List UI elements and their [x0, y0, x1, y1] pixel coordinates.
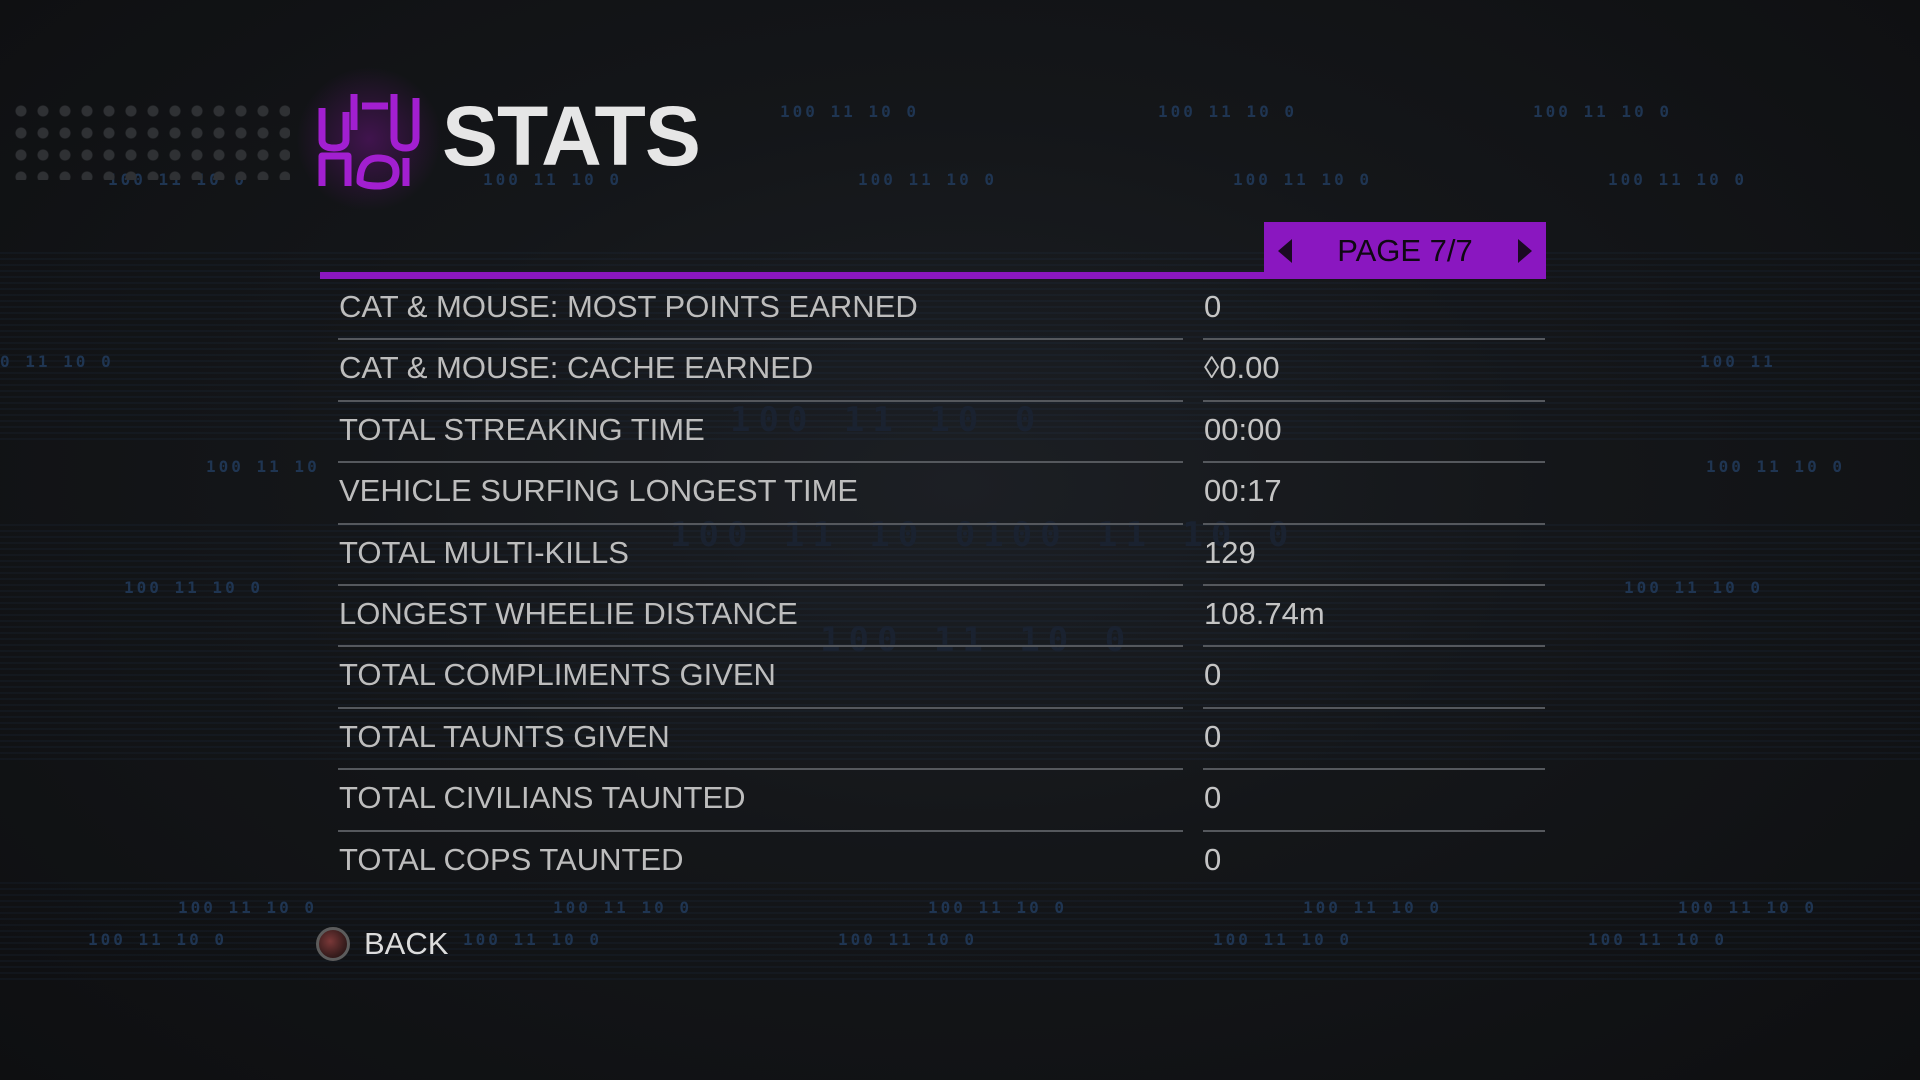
background-binary-text: 100 11 10 0: [1588, 930, 1727, 949]
decorative-dot-grid: [10, 100, 290, 180]
stat-row[interactable]: TOTAL TAUNTS GIVEN 0: [320, 709, 1545, 771]
stat-value: ◊0.00: [1204, 350, 1280, 386]
background-binary-text: 100 11 10 0: [1233, 170, 1372, 189]
background-binary-text: 100 11 10 0: [858, 170, 997, 189]
back-button[interactable]: BACK: [316, 926, 448, 962]
stat-label: TOTAL COMPLIMENTS GIVEN: [339, 657, 776, 693]
background-binary-text: 100 11 10 0: [1608, 170, 1747, 189]
background-binary-text: 0 11 10 0: [0, 352, 114, 371]
stat-row[interactable]: TOTAL MULTI-KILLS 129: [320, 525, 1545, 586]
stat-label: LONGEST WHEELIE DISTANCE: [339, 595, 798, 631]
background-binary-text: 100 11 10 0: [1213, 930, 1352, 949]
background-binary-text: 100 11 10 0: [1158, 102, 1297, 121]
background-binary-text: 100 11 10 0: [1706, 457, 1845, 476]
stat-label: TOTAL COPS TAUNTED: [339, 841, 684, 877]
background-binary-text: 100 11 10 0: [88, 930, 227, 949]
header-divider: [320, 272, 1546, 279]
stat-value: 0: [1204, 841, 1222, 877]
stat-row[interactable]: LONGEST WHEELIE DISTANCE 108.74m: [320, 586, 1545, 648]
background-binary-text: 100 11 10: [206, 457, 320, 476]
background-binary-text: 100 11: [1700, 352, 1776, 371]
stat-row[interactable]: VEHICLE SURFING LONGEST TIME 00:17: [320, 463, 1545, 525]
stat-value: 0: [1204, 718, 1222, 754]
background-binary-text: 100 11 10 0: [124, 578, 263, 597]
stat-label: CAT & MOUSE: CACHE EARNED: [339, 350, 814, 386]
stat-row[interactable]: TOTAL COPS TAUNTED 0: [320, 832, 1540, 893]
page-navigator: PAGE 7/7: [1264, 222, 1546, 279]
back-label: BACK: [364, 926, 449, 961]
stat-value: 00:17: [1204, 473, 1282, 509]
stat-label: TOTAL STREAKING TIME: [339, 411, 705, 447]
background-binary-text: 100 11 10 0: [553, 898, 692, 917]
page-title: STATS: [442, 89, 701, 183]
stat-label: TOTAL CIVILIANS TAUNTED: [339, 780, 746, 816]
stat-row[interactable]: TOTAL CIVILIANS TAUNTED 0: [320, 770, 1545, 832]
stat-row[interactable]: TOTAL STREAKING TIME 00:00: [320, 402, 1545, 464]
page-indicator: PAGE 7/7: [1337, 232, 1473, 268]
stat-value: 129: [1204, 534, 1256, 570]
background-binary-text: 100 11 10 0: [1533, 102, 1672, 121]
stats-table: CAT & MOUSE: MOST POINTS EARNED 0 CAT & M…: [320, 279, 1545, 893]
stat-row[interactable]: TOTAL COMPLIMENTS GIVEN 0: [320, 647, 1545, 709]
stat-value: 0: [1204, 289, 1222, 324]
stat-label: CAT & MOUSE: MOST POINTS EARNED: [339, 289, 918, 324]
stat-value: 0: [1204, 780, 1222, 816]
stat-label: VEHICLE SURFING LONGEST TIME: [339, 473, 859, 509]
background-binary-text: 100 11 10 0: [838, 930, 977, 949]
circle-button-icon: [316, 927, 350, 961]
background-binary-text: 100 11 10 0: [463, 930, 602, 949]
stat-value: 00:00: [1204, 411, 1282, 447]
background-binary-text: 100 11 10 0: [1624, 578, 1763, 597]
stat-row[interactable]: CAT & MOUSE: CACHE EARNED ◊0.00: [320, 340, 1545, 402]
arrow-right-icon[interactable]: [1518, 238, 1532, 263]
stat-row[interactable]: CAT & MOUSE: MOST POINTS EARNED 0: [320, 279, 1545, 341]
background-binary-text: 100 11 10 0: [780, 102, 919, 121]
saints-row-logo-icon: [316, 86, 422, 192]
background-binary-text: 100 11 10 0: [1303, 898, 1442, 917]
stat-label: TOTAL TAUNTS GIVEN: [339, 718, 670, 754]
arrow-left-icon[interactable]: [1278, 238, 1292, 263]
background-binary-text: 100 11 10 0: [178, 898, 317, 917]
background-binary-text: 100 11 10 0: [928, 898, 1067, 917]
stat-value: 108.74m: [1204, 595, 1325, 631]
stat-label: TOTAL MULTI-KILLS: [339, 534, 629, 570]
background-binary-text: 100 11 10 0: [1678, 898, 1817, 917]
stat-value: 0: [1204, 657, 1222, 693]
